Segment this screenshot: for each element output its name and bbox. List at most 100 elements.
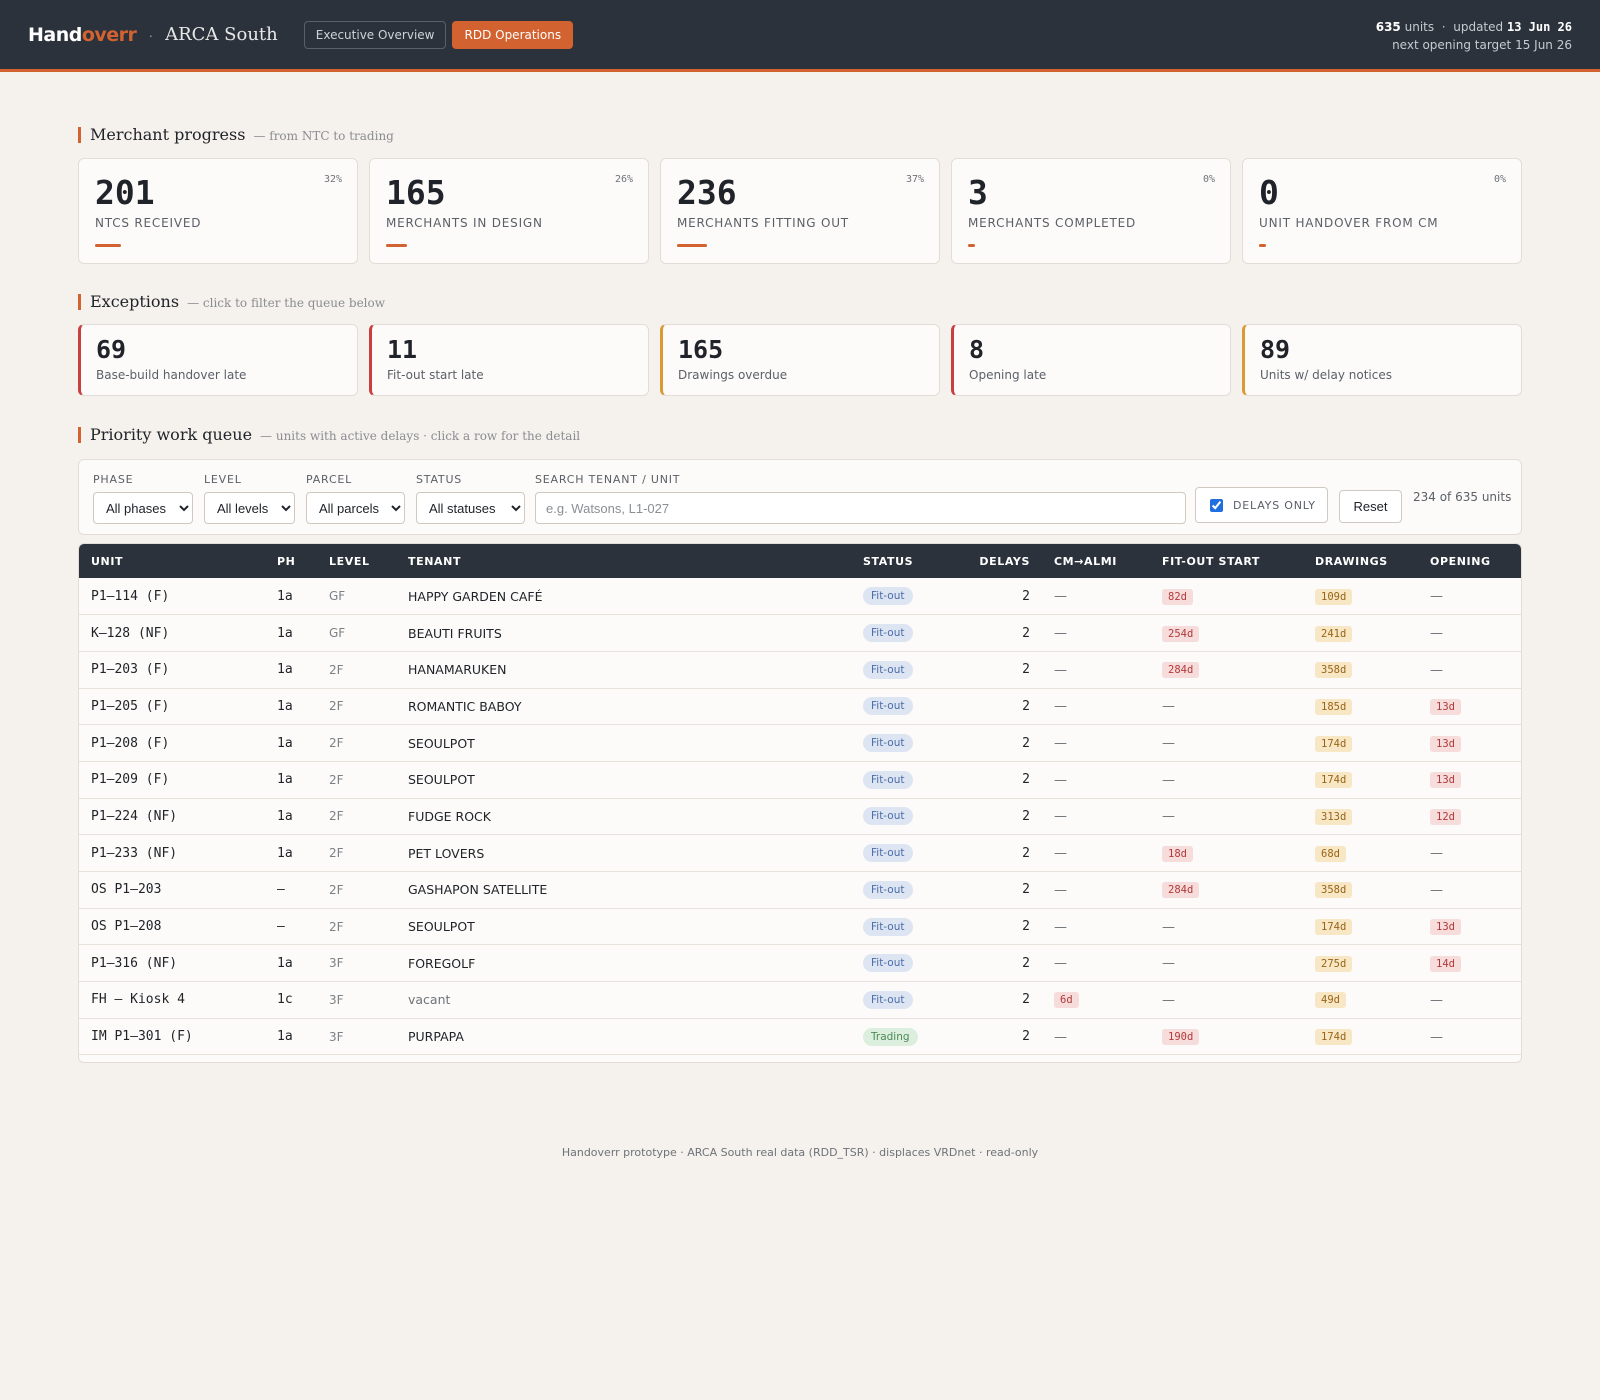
queue-header: Priority work queue — units with active … bbox=[78, 425, 580, 444]
cell-level: 3F bbox=[317, 1018, 396, 1056]
table-row[interactable]: FH – Kiosk 4 1c 3F vacant Fit-out 2 6d — 49d — bbox=[79, 981, 1521, 1019]
next-opening: next opening target 15 Jun 26 bbox=[1392, 38, 1572, 52]
col-header-delays[interactable]: DELAYS bbox=[959, 544, 1042, 578]
exception-card-delay-notices[interactable]: 89 Units w/ delay notices bbox=[1242, 324, 1522, 396]
delay-days-tag: 190d bbox=[1162, 1029, 1200, 1046]
exception-label: Fit-out start late bbox=[387, 368, 484, 382]
cell-cm: — bbox=[1042, 651, 1150, 689]
kpi-card-ntcs-received[interactable]: 201 32% NTCS RECEIVED bbox=[78, 158, 358, 264]
cell-status: Fit-out bbox=[851, 651, 959, 689]
table-row[interactable]: OS P1–208–2F SEOULPOT Fit-out 2 — — 174d 13d bbox=[79, 908, 1521, 946]
cell-fitout: — bbox=[1150, 761, 1303, 799]
col-header-drawings[interactable]: DRAWINGS bbox=[1303, 544, 1418, 578]
cell-fitout: — bbox=[1150, 724, 1303, 762]
site-name: ARCA South bbox=[165, 24, 278, 45]
tab-rdd-operations[interactable]: RDD Operations bbox=[452, 20, 574, 49]
empty-dash: — bbox=[1054, 1029, 1067, 1045]
kpi-label: UNIT HANDOVER FROM CM bbox=[1259, 216, 1439, 230]
kpi-label: MERCHANTS FITTING OUT bbox=[677, 216, 849, 230]
cell-cm: — bbox=[1042, 724, 1150, 762]
cell-cm: — bbox=[1042, 908, 1150, 946]
cell-unit: P1–205 (F) bbox=[79, 688, 265, 726]
kpi-card-merchants-in-design[interactable]: 165 26% MERCHANTS IN DESIGN bbox=[369, 158, 649, 264]
kpi-card-merchants-fitting-out[interactable]: 236 37% MERCHANTS FITTING OUT bbox=[660, 158, 940, 264]
cell-drawings: 358d bbox=[1303, 871, 1418, 909]
table-row[interactable]: P1–224 (NF) 1a 2F FUDGE ROCK Fit-out 2 — — 313d 1… bbox=[79, 798, 1521, 836]
kpi-value: 0 bbox=[1259, 173, 1279, 212]
cell-delays: 2 bbox=[959, 724, 1042, 762]
col-header-status[interactable]: STATUS bbox=[851, 544, 959, 578]
cell-fitout: — bbox=[1150, 981, 1303, 1019]
section-accent-bar bbox=[78, 426, 81, 443]
exception-value: 69 bbox=[96, 335, 127, 364]
cell-cm: — bbox=[1042, 834, 1150, 872]
table-row[interactable]: IM P1–301 (F) 1a 3F PURPAPA Trading 2 — 190d 174… bbox=[79, 1018, 1521, 1056]
delay-days-tag: 13d bbox=[1430, 735, 1461, 752]
section-title: Priority work queue bbox=[90, 425, 253, 444]
table-row[interactable]: P1–205 (F) 1a 2F ROMANTIC BABOY Fit-out 2 — — 18… bbox=[79, 688, 1521, 726]
table-header-row: UNIT PH LEVEL TENANT STATUS DELAYS CM→AL… bbox=[79, 544, 1521, 578]
table-row[interactable]: K–128 (NF) 1a GF BEAUTI FRUITS Fit-out 2 — 254d… bbox=[79, 614, 1521, 652]
empty-dash: — bbox=[1054, 882, 1067, 898]
table-row[interactable]: P1–208 (F) 1a 2F SEOULPOT Fit-out 2 — — 174d 13d bbox=[79, 724, 1521, 762]
cell-delays: 2 bbox=[959, 944, 1042, 983]
status-badge: Fit-out bbox=[863, 624, 913, 643]
exception-label: Base-build handover late bbox=[96, 368, 247, 382]
exception-card-opening-late[interactable]: 8 Opening late bbox=[951, 324, 1231, 396]
kpi-percent: 0% bbox=[1493, 174, 1506, 185]
col-header-unit[interactable]: UNIT bbox=[79, 544, 265, 578]
delays-only-toggle[interactable]: DELAYS ONLY bbox=[1195, 487, 1328, 523]
kpi-card-merchants-completed[interactable]: 3 0% MERCHANTS COMPLETED bbox=[951, 158, 1231, 264]
exception-card-base-build-late[interactable]: 69 Base-build handover late bbox=[78, 324, 358, 396]
section-title: Merchant progress bbox=[90, 125, 246, 144]
level-select[interactable]: All levels bbox=[204, 492, 295, 524]
kpi-progress-track bbox=[677, 244, 757, 247]
cell-level: 2F bbox=[317, 834, 396, 872]
section-accent-bar bbox=[78, 126, 81, 143]
status-badge: Fit-out bbox=[863, 697, 913, 716]
tab-executive-overview[interactable]: Executive Overview bbox=[303, 20, 447, 49]
cell-status: Fit-out bbox=[851, 834, 959, 872]
empty-dash: — bbox=[1054, 772, 1067, 788]
col-header-cm-almi[interactable]: CM→ALMI bbox=[1042, 544, 1150, 578]
cell-tenant: HAPPY GARDEN CAFÉ bbox=[396, 578, 851, 616]
cell-unit: P1–233 (NF) bbox=[79, 834, 265, 872]
reset-button[interactable]: Reset bbox=[1339, 490, 1402, 523]
table-row[interactable]: P1–114 (F) 1a GF HAPPY GARDEN CAFÉ Fit-out 2 —… bbox=[79, 578, 1521, 616]
status-select[interactable]: All statuses bbox=[416, 492, 525, 524]
col-header-tenant[interactable]: TENANT bbox=[396, 544, 851, 578]
search-input[interactable] bbox=[535, 492, 1186, 524]
cell-unit: FH – Kiosk 4 bbox=[79, 981, 265, 1019]
cell-level: 2F bbox=[317, 761, 396, 799]
kpi-progress-fill bbox=[968, 244, 975, 247]
status-badge: Fit-out bbox=[863, 990, 913, 1009]
cell-drawings: 174d bbox=[1303, 1018, 1418, 1056]
table-row[interactable]: P1–233 (NF) 1a 2F PET LOVERS Fit-out 2 — 18d 68d… bbox=[79, 834, 1521, 872]
status-badge: Fit-out bbox=[863, 880, 913, 899]
empty-dash: — bbox=[1430, 846, 1443, 862]
kpi-card-unit-handover[interactable]: 0 0% UNIT HANDOVER FROM CM bbox=[1242, 158, 1522, 264]
exception-card-drawings-overdue[interactable]: 165 Drawings overdue bbox=[660, 324, 940, 396]
empty-dash: — bbox=[1430, 992, 1443, 1008]
cell-tenant: vacant bbox=[396, 981, 851, 1019]
col-header-level[interactable]: LEVEL bbox=[317, 544, 396, 578]
col-header-fitout-start[interactable]: FIT-OUT START bbox=[1150, 544, 1303, 578]
exception-value: 11 bbox=[387, 335, 418, 364]
parcel-select[interactable]: All parcels bbox=[306, 492, 405, 524]
table-row[interactable]: P1–209 (F) 1a 2F SEOULPOT Fit-out 2 — — 174d 13d bbox=[79, 761, 1521, 799]
cell-level: GF bbox=[317, 578, 396, 616]
table-row[interactable]: OS P1–203–2F GASHAPON SATELLITE Fit-out 2 — 2… bbox=[79, 871, 1521, 909]
cell-delays: 2 bbox=[959, 614, 1042, 652]
exception-card-fitout-start-late[interactable]: 11 Fit-out start late bbox=[369, 324, 649, 396]
delays-only-checkbox[interactable] bbox=[1210, 498, 1223, 512]
brand-logo[interactable]: Handoverr bbox=[28, 24, 137, 46]
delay-days-tag: 174d bbox=[1315, 735, 1353, 752]
table-row[interactable]: P1–316 (NF) 1a 3F FOREGOLF Fit-out 2 — — 275d 14d bbox=[79, 944, 1521, 983]
table-row[interactable]: P1–203 (F) 1a 2F HANAMARUKEN Fit-out 2 — 284d 35… bbox=[79, 651, 1521, 689]
kpi-progress-fill bbox=[386, 244, 407, 247]
col-header-opening[interactable]: OPENING bbox=[1418, 544, 1521, 578]
phase-select[interactable]: All phases bbox=[93, 492, 193, 524]
kpi-progress-track bbox=[95, 244, 175, 247]
col-header-ph[interactable]: PH bbox=[265, 544, 317, 578]
kpi-label: MERCHANTS IN DESIGN bbox=[386, 216, 543, 230]
